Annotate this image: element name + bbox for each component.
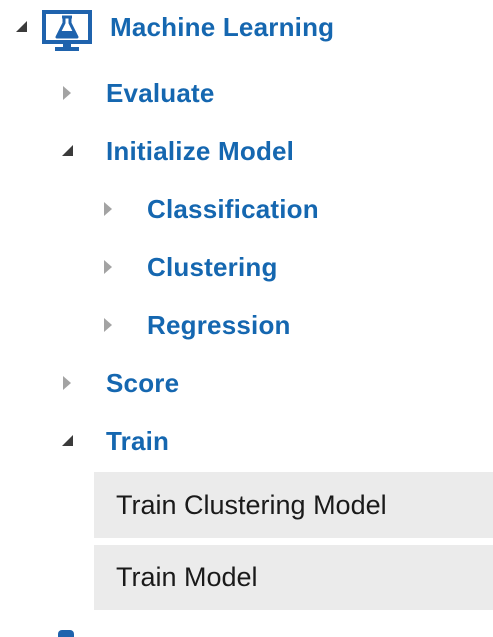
expanded-triangle-icon[interactable] <box>60 143 76 159</box>
collapsed-triangle-icon[interactable] <box>60 85 76 101</box>
tree-node-regression[interactable]: Regression <box>0 305 493 345</box>
tree-node-label: Regression <box>147 310 291 340</box>
tree-node-score[interactable]: Score <box>0 363 493 403</box>
tree-node-label: Train <box>106 426 170 456</box>
tree-node-label: Clustering <box>147 252 278 282</box>
module-item-label: Train Clustering Model <box>116 490 387 520</box>
expanded-triangle-icon[interactable] <box>14 19 30 35</box>
collapsed-triangle-icon[interactable] <box>60 375 76 391</box>
module-item-train-clustering-model[interactable]: Train Clustering Model <box>94 472 493 538</box>
module-item-train-model[interactable]: Train Model <box>94 545 493 610</box>
tree-node-label: Classification <box>147 194 319 224</box>
tree-node-label: Evaluate <box>106 78 215 108</box>
tree-node-evaluate[interactable]: Evaluate <box>0 73 493 113</box>
next-category-icon <box>58 630 74 637</box>
flask-monitor-icon <box>42 10 92 51</box>
module-item-label: Train Model <box>116 562 258 592</box>
tree-node-clustering[interactable]: Clustering <box>0 247 493 287</box>
tree-node-label: Machine Learning <box>110 12 335 42</box>
tree-node-train[interactable]: Train <box>0 421 493 461</box>
collapsed-triangle-icon[interactable] <box>101 201 117 217</box>
collapsed-triangle-icon[interactable] <box>101 317 117 333</box>
expanded-triangle-icon[interactable] <box>60 433 76 449</box>
tree-node-initialize-model[interactable]: Initialize Model <box>0 131 493 171</box>
tree-node-classification[interactable]: Classification <box>0 189 493 229</box>
tree-node-label: Score <box>106 368 180 398</box>
tree-node-machine-learning[interactable]: Machine Learning <box>0 7 493 51</box>
collapsed-triangle-icon[interactable] <box>101 259 117 275</box>
tree-node-label: Initialize Model <box>106 136 295 166</box>
module-palette-tree: Machine Learning Evaluate Initialize Mod… <box>0 0 493 637</box>
